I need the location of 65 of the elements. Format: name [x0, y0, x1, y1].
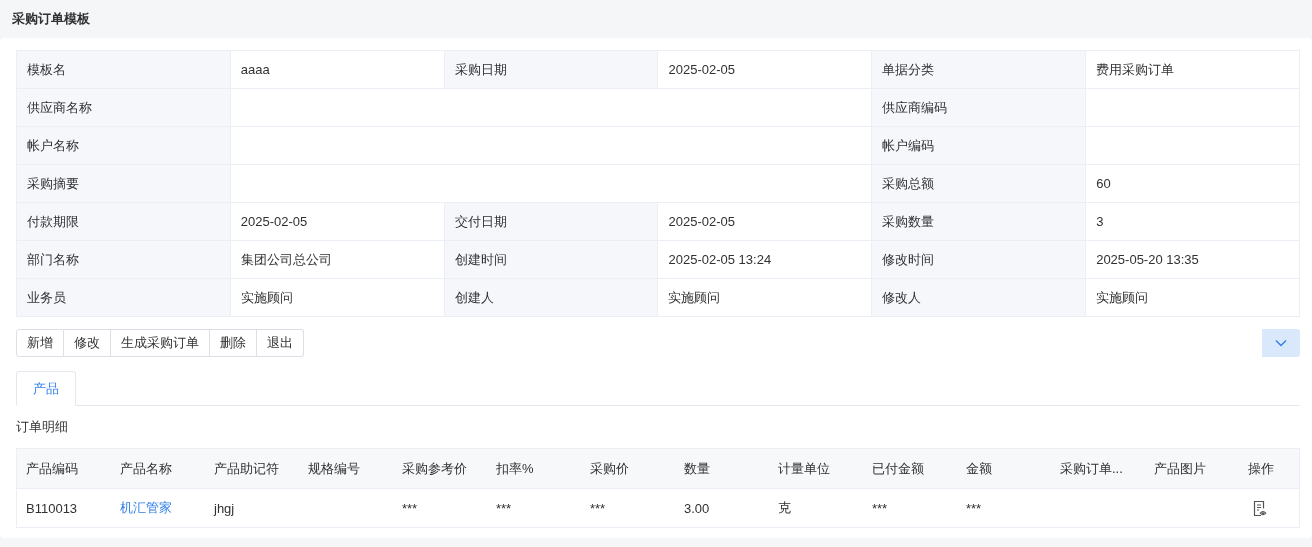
field-value: 60: [1086, 165, 1300, 203]
table-cell: ***: [872, 500, 888, 516]
column-header: 扣率%: [496, 459, 534, 478]
table-cell: jhgj: [214, 500, 235, 516]
field-value: 2025-02-05: [658, 51, 873, 89]
column-header: 产品名称: [120, 459, 172, 478]
toolbar-button[interactable]: 修改: [64, 329, 111, 357]
field-label: 采购总额: [872, 165, 1087, 203]
field-label: 交付日期: [444, 203, 659, 241]
column-header: 规格编号: [308, 459, 360, 478]
toolbar-button[interactable]: 退出: [257, 329, 304, 357]
table-cell: ***: [590, 500, 606, 516]
field-label: 采购摘要: [17, 165, 231, 203]
product-link[interactable]: 机汇管家: [120, 499, 172, 517]
tab[interactable]: 产品: [16, 371, 76, 406]
column-header: 产品图片: [1154, 459, 1206, 478]
table-cell: ***: [966, 500, 982, 516]
field-label: 帐户编码: [872, 127, 1087, 165]
table-cell: B110013: [26, 500, 78, 516]
field-label: 修改时间: [872, 241, 1087, 279]
field-value: aaaa: [230, 51, 445, 89]
field-value: 3: [1086, 203, 1300, 241]
field-value: 实施顾问: [1086, 279, 1300, 317]
field-label: 修改人: [872, 279, 1087, 317]
field-value: 2025-02-05 13:24: [658, 241, 873, 279]
field-label: 创建时间: [444, 241, 659, 279]
toolbar-button[interactable]: 删除: [210, 329, 257, 357]
field-label: 业务员: [17, 279, 231, 317]
column-header: 计量单位: [778, 459, 830, 478]
column-header: 数量: [684, 459, 710, 478]
field-label: 供应商编码: [872, 89, 1087, 127]
table-cell: 3.00: [684, 500, 710, 516]
column-header: 已付金额: [872, 459, 924, 478]
column-header: 采购订单...: [1060, 459, 1123, 478]
field-label: 付款期限: [17, 203, 231, 241]
section-title: 订单明细: [16, 418, 69, 436]
field-value: 集团公司总公司: [230, 241, 445, 279]
field-value: 2025-05-20 13:35: [1086, 241, 1300, 279]
field-label: 帐户名称: [17, 127, 231, 165]
field-label: 部门名称: [17, 241, 231, 279]
page-title: 采购订单模板: [12, 10, 90, 28]
column-header: 产品编码: [26, 459, 78, 478]
column-header: 采购参考价: [402, 459, 467, 478]
table-cell: ***: [496, 500, 512, 516]
column-header: 产品助记符: [214, 459, 279, 478]
column-header: 操作: [1248, 459, 1274, 478]
table-cell: 克: [778, 499, 791, 517]
field-label: 采购日期: [444, 51, 659, 89]
field-value: 费用采购订单: [1086, 51, 1300, 89]
field-value: 2025-02-05: [658, 203, 873, 241]
toolbar-button[interactable]: 生成采购订单: [111, 329, 210, 357]
field-value: 实施顾问: [658, 279, 873, 317]
column-header: 采购价: [590, 459, 629, 478]
field-label: 模板名: [17, 51, 231, 89]
field-value: 2025-02-05: [230, 203, 445, 241]
toolbar-button[interactable]: 新增: [16, 329, 64, 357]
field-value: 实施顾问: [230, 279, 445, 317]
field-label: 创建人: [444, 279, 659, 317]
table-cell: ***: [402, 500, 418, 516]
field-label: 单据分类: [872, 51, 1087, 89]
column-header: 金额: [966, 459, 992, 478]
field-label: 供应商名称: [17, 89, 231, 127]
chevron-down-icon: [1275, 339, 1287, 347]
field-label: 采购数量: [872, 203, 1087, 241]
document-view-icon[interactable]: [1252, 499, 1268, 517]
